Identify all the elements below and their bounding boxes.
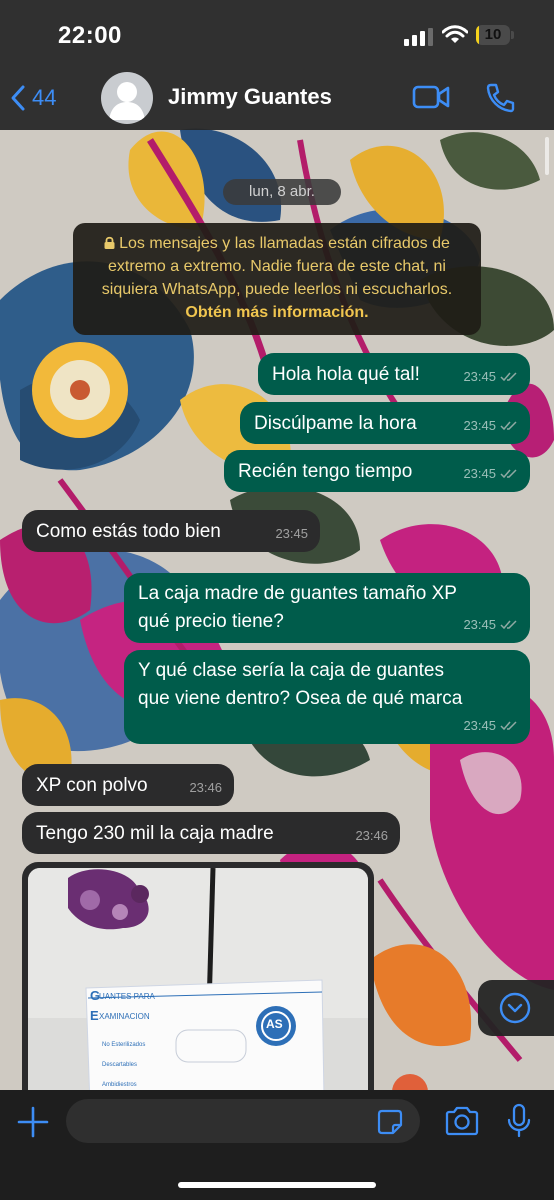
message-time: 23:46 (355, 828, 388, 843)
battery-body: 10 (476, 25, 510, 45)
message-text: Como estás todo bien (36, 521, 221, 542)
box-feature-1: No Esterilizados (102, 1042, 146, 1048)
voice-call-button[interactable] (484, 82, 516, 119)
read-ticks-icon (500, 421, 517, 431)
add-attachment-button[interactable] (16, 1105, 50, 1144)
microphone-icon (507, 1103, 531, 1138)
learn-more-link[interactable]: Obtén más información. (185, 304, 368, 321)
message-meta: 23:46 (355, 822, 388, 850)
message-time: 23:45 (463, 466, 496, 481)
wifi-icon (442, 25, 468, 43)
message-meta: 23:45 (275, 520, 308, 548)
message-line: qué precio tiene? (138, 611, 284, 632)
scroll-to-bottom-button[interactable] (478, 980, 554, 1036)
message-time: 23:45 (463, 369, 496, 384)
video-camera-icon (412, 85, 450, 109)
glove-box-photo[interactable]: G UANTES PARA E XAMINACION No Esteriliza… (28, 868, 368, 1102)
box-feature-3: Ambidiestros (102, 1082, 137, 1088)
message-bubble-outgoing[interactable]: Recién tengo tiempo 23:45 (224, 450, 530, 492)
encryption-notice-text: Los mensajes y las llamadas están cifrad… (101, 235, 453, 298)
avatar[interactable] (101, 72, 153, 124)
video-call-button[interactable] (412, 84, 450, 115)
battery-cap (511, 31, 514, 39)
encryption-notice[interactable]: Los mensajes y las llamadas están cifrad… (73, 223, 481, 335)
box-brand-line-1: UANTES PARA (99, 992, 155, 1001)
message-text: Recién tengo tiempo (238, 461, 413, 482)
battery-level: 10 (484, 26, 502, 43)
message-text: La caja madre de guantes tamaño XP qué p… (138, 580, 457, 636)
message-bubble-outgoing[interactable]: Discúlpame la hora 23:45 (240, 402, 530, 444)
scroll-indicator[interactable] (545, 137, 549, 175)
default-avatar-icon (109, 82, 145, 120)
message-line: que viene dentro? Osea de qué marca (138, 688, 463, 709)
message-meta: 23:45 (463, 412, 518, 440)
message-input[interactable] (66, 1099, 420, 1143)
photo-illustration (28, 868, 368, 1102)
plus-icon (17, 1106, 49, 1138)
message-text: Hola hola qué tal! (272, 364, 420, 385)
message-time: 23:45 (463, 617, 496, 632)
sticker-button[interactable] (376, 1108, 404, 1141)
message-bubble-incoming[interactable]: Tengo 230 mil la caja madre 23:46 (22, 812, 400, 854)
message-time: 23:46 (189, 780, 222, 795)
message-time: 23:45 (275, 526, 308, 541)
box-logo: AS (266, 1017, 283, 1031)
message-meta: 23:45 (463, 611, 518, 639)
message-meta: 23:45 (463, 460, 518, 488)
message-line: La caja madre de guantes tamaño XP (138, 583, 457, 604)
home-indicator[interactable] (178, 1182, 376, 1188)
message-text: XP con polvo (36, 775, 148, 796)
read-ticks-icon (500, 620, 517, 630)
box-brand-line-2: XAMINACION (99, 1012, 150, 1021)
image-message-incoming[interactable]: G UANTES PARA E XAMINACION No Esteriliza… (22, 862, 374, 1102)
contact-name[interactable]: Jimmy Guantes (168, 84, 332, 110)
chevron-left-icon (11, 85, 25, 111)
read-ticks-icon (500, 469, 517, 479)
back-button[interactable]: 44 (10, 80, 56, 116)
phone-icon (486, 83, 515, 113)
message-bubble-outgoing[interactable]: Y qué clase sería la caja de guantes que… (124, 650, 530, 744)
message-text: Y qué clase sería la caja de guantes que… (138, 657, 462, 713)
message-text: Tengo 230 mil la caja madre (36, 823, 274, 844)
message-bubble-incoming[interactable]: Como estás todo bien 23:45 (22, 510, 320, 552)
battery-indicator: 10 (476, 25, 516, 46)
read-ticks-icon (500, 372, 517, 382)
cellular-signal-icon (404, 28, 433, 46)
message-meta: 23:45 (463, 363, 518, 391)
voice-message-button[interactable] (506, 1103, 532, 1144)
date-chip: lun, 8 abr. (223, 179, 341, 205)
message-line: Y qué clase sería la caja de guantes (138, 660, 444, 681)
lock-icon (104, 236, 115, 249)
sticker-icon (377, 1109, 403, 1135)
box-feature-2: Descartables (102, 1062, 138, 1068)
camera-button[interactable] (444, 1106, 480, 1141)
unread-chats-count: 44 (32, 85, 57, 110)
message-meta: 23:46 (189, 774, 222, 802)
message-bubble-outgoing[interactable]: La caja madre de guantes tamaño XP qué p… (124, 573, 530, 643)
message-bubble-incoming[interactable]: XP con polvo 23:46 (22, 764, 234, 806)
message-time: 23:45 (463, 418, 496, 433)
box-brand-initial-e: E (90, 1008, 99, 1023)
message-bubble-outgoing[interactable]: Hola hola qué tal! 23:45 (258, 353, 530, 395)
message-text: Discúlpame la hora (254, 413, 417, 434)
message-time: 23:45 (463, 718, 496, 733)
message-meta: 23:45 (463, 712, 518, 740)
read-ticks-icon (500, 721, 517, 731)
status-bar: 22:00 10 (0, 0, 554, 70)
chevron-down-icon (499, 992, 531, 1024)
status-time: 22:00 (58, 22, 122, 49)
camera-icon (445, 1106, 479, 1136)
